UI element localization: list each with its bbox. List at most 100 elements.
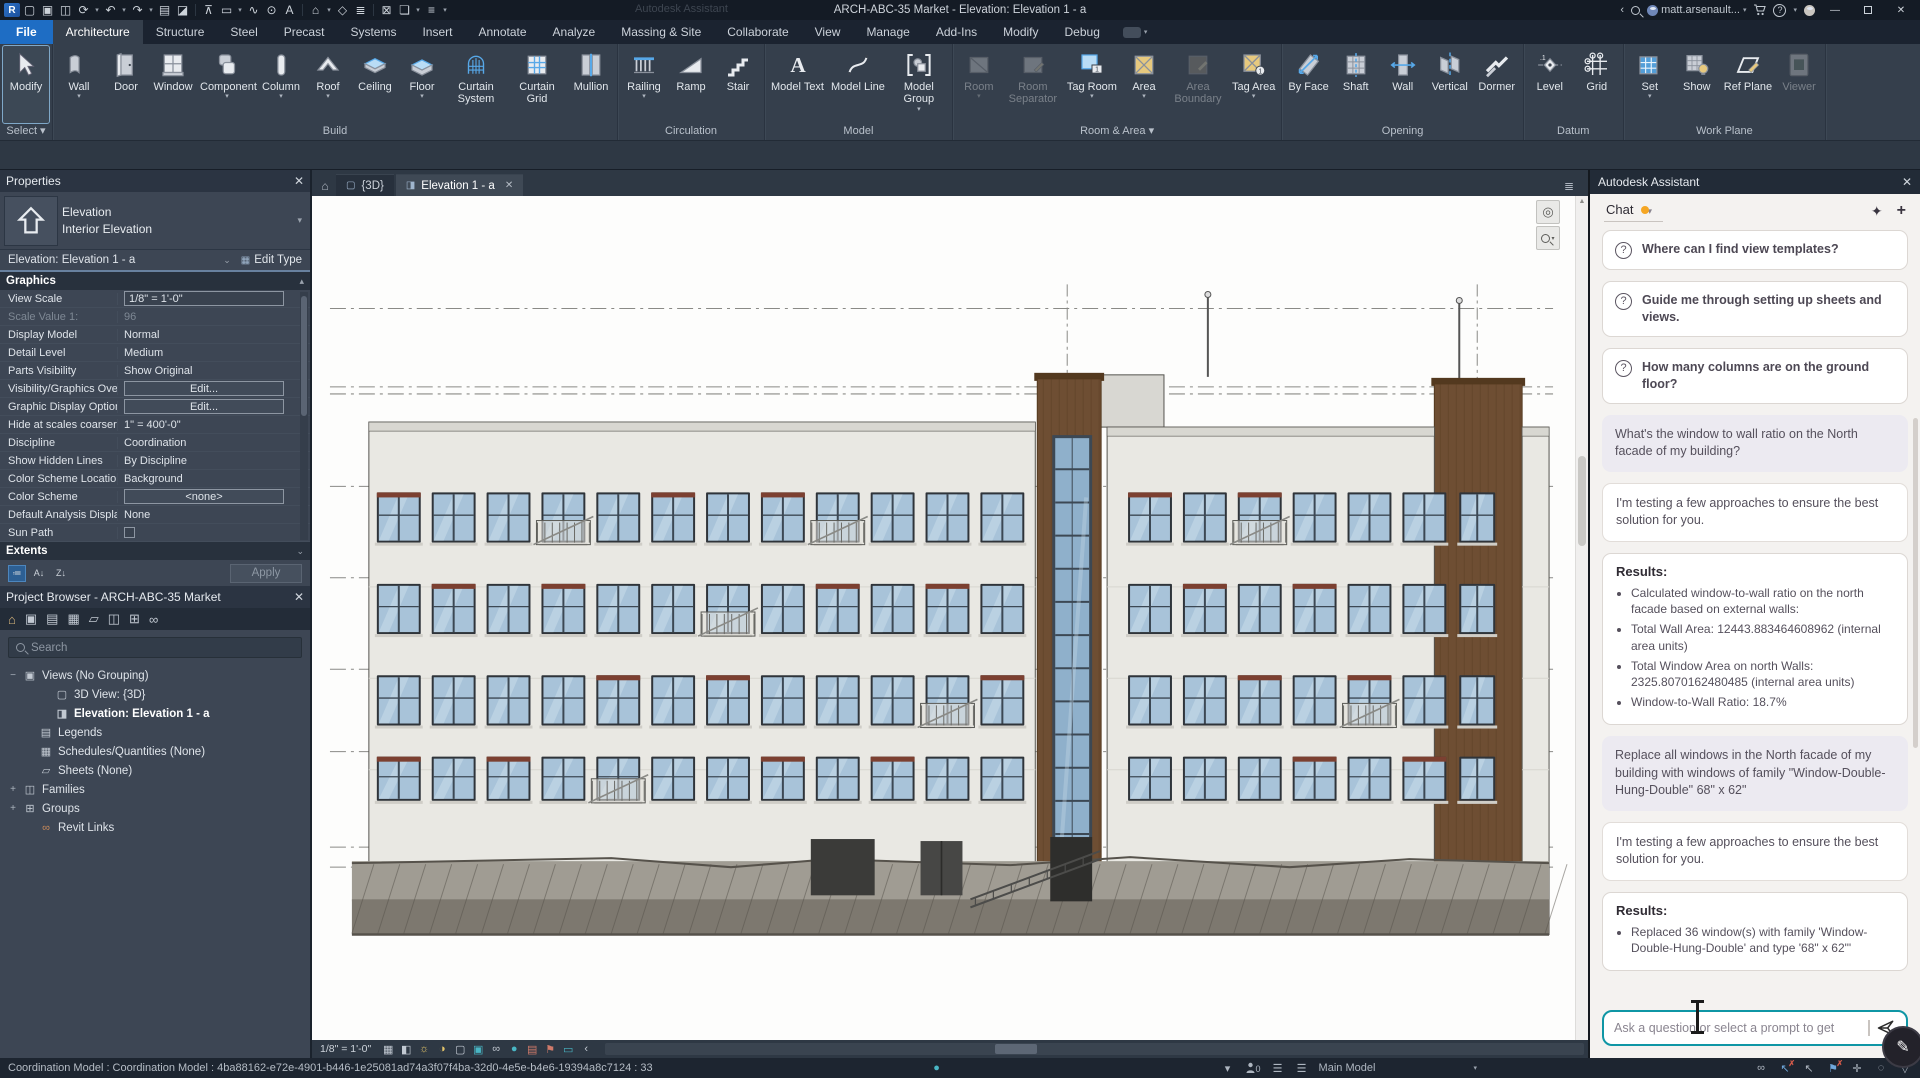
section-icon[interactable]: ◇ [334, 2, 351, 18]
instance-selector[interactable]: Elevation: Elevation 1 - a ⌄ ▦ Edit Type [0, 250, 310, 272]
property-row[interactable]: View Scale1/8" = 1'-0" [0, 290, 310, 308]
home-icon[interactable]: ⌂ [8, 612, 16, 627]
tree-item-groups[interactable]: +⊞Groups [0, 799, 310, 818]
tool-wall[interactable]: Wall▾ [56, 46, 102, 123]
property-value-button[interactable]: Edit... [124, 381, 284, 396]
new-project-icon[interactable]: ▢ [21, 2, 38, 18]
ribbon-group-label[interactable]: Circulation [618, 123, 764, 140]
property-row[interactable]: Color Scheme<none> [0, 488, 310, 506]
home-view-icon[interactable]: ⌂ [314, 176, 336, 196]
edit-type-button[interactable]: ▦ Edit Type [241, 254, 302, 266]
save-icon[interactable]: ◫ [57, 2, 74, 18]
undo-icon[interactable]: ↶ [102, 2, 119, 18]
transfer-icon[interactable]: ◪ [174, 2, 191, 18]
property-row[interactable]: Graphic Display OptionsEdit... [0, 398, 310, 416]
sort-ascending-icon[interactable]: A↓ [30, 565, 48, 582]
active-design-option[interactable]: Main Model ▾ [1319, 1062, 1478, 1074]
tree-expander-icon[interactable]: − [8, 670, 18, 681]
ribbon-group-label[interactable]: Room & Area ▾ [953, 123, 1282, 140]
extents-expand-icon[interactable]: ⌄ [296, 546, 304, 557]
sync-status-icon[interactable]: ● [930, 1062, 944, 1074]
open-icon[interactable]: ▣ [39, 2, 56, 18]
scroll-up-icon[interactable]: ▲ [1576, 196, 1588, 208]
sort-descending-icon[interactable]: Z↓ [52, 565, 70, 582]
extents-section-header[interactable]: Extents ⌄ [0, 542, 310, 560]
families-icon[interactable]: ◫ [108, 611, 120, 627]
default-3d-view-icon[interactable]: ⌂ [307, 2, 324, 18]
tool-show[interactable]: Show [1674, 46, 1720, 123]
view-tab-list-icon[interactable]: ≣ [1564, 176, 1574, 196]
property-row[interactable]: Color Scheme LocationBackground [0, 470, 310, 488]
tool-dormer[interactable]: Dormer [1474, 46, 1520, 123]
select-by-face-toggle[interactable]: ⚑✗ [1826, 1062, 1840, 1075]
tool-tag-room[interactable]: 1Tag Room▾ [1064, 46, 1120, 123]
sparkle-icon[interactable]: ✦ [1871, 203, 1883, 220]
prompt-card[interactable]: ?How many columns are on the ground floo… [1602, 348, 1908, 404]
ribbon-tab-annotate[interactable]: Annotate [465, 20, 539, 44]
ribbon-tab-manage[interactable]: Manage [853, 20, 922, 44]
measure-icon[interactable]: ▭ [218, 2, 235, 18]
tool-column[interactable]: Column▾ [258, 46, 304, 123]
tab-file[interactable]: File [0, 20, 53, 44]
measure-icon-caret[interactable]: ▾ [236, 2, 244, 18]
prompt-card[interactable]: ?Guide me through setting up sheets and … [1602, 281, 1908, 337]
ribbon-tab-modify[interactable]: Modify [990, 20, 1051, 44]
tool-stair[interactable]: Stair [715, 46, 761, 123]
account-avatar[interactable] [1804, 5, 1815, 16]
tool-curtain-system[interactable]: Curtain System [446, 46, 506, 123]
view-tab-close-icon[interactable]: ✕ [505, 180, 513, 191]
temporary-hide-icon[interactable]: ● [505, 1043, 523, 1055]
tree-item-schedules-quantities-none-[interactable]: ▦Schedules/Quantities (None) [0, 742, 310, 761]
type-selector[interactable]: Elevation Interior Elevation ▾ [0, 192, 310, 250]
ribbon-tab-analyze[interactable]: Analyze [540, 20, 609, 44]
tool-ref-plane[interactable]: Ref Plane [1721, 46, 1775, 123]
close-button[interactable]: ✕ [1888, 2, 1914, 18]
prompt-card[interactable]: ?Where can I find view templates? [1602, 230, 1908, 270]
sun-path-checkbox[interactable] [124, 527, 135, 538]
property-row[interactable]: Scale Value 1:96 [0, 308, 310, 326]
property-row[interactable]: Visibility/Graphics Ove...Edit... [0, 380, 310, 398]
ribbon-group-label[interactable]: Model [765, 123, 952, 140]
tree-item-legends[interactable]: ▤Legends [0, 723, 310, 742]
tool-grid[interactable]: Grid [1574, 46, 1620, 123]
reveal-constraints-icon[interactable]: ▤ [523, 1043, 541, 1056]
search-help-icon[interactable] [1631, 6, 1640, 15]
tree-item-3d-view-3d-[interactable]: ▢3D View: {3D} [0, 685, 310, 704]
tree-expander-icon[interactable]: + [8, 784, 18, 795]
ribbon-tab-view[interactable]: View [802, 20, 854, 44]
elevation-drawing[interactable] [312, 196, 1575, 1040]
view-frame-icon[interactable]: ▭ [559, 1043, 577, 1056]
ribbon-tab-architecture[interactable]: Architecture [53, 20, 143, 44]
property-row[interactable]: Default Analysis Displa...None [0, 506, 310, 524]
groups-icon[interactable]: ⊞ [129, 611, 140, 627]
properties-scrollbar[interactable] [300, 292, 308, 540]
text-icon[interactable]: A [281, 2, 298, 18]
vertical-scrollbar[interactable]: ▲ [1575, 196, 1588, 1040]
legends-icon[interactable]: ▤ [46, 611, 58, 627]
tool-door[interactable]: Door [103, 46, 149, 123]
worksets-caret-icon[interactable]: ▾ [1221, 1062, 1235, 1075]
property-row[interactable]: Sun Path [0, 524, 310, 542]
sun-path-icon[interactable]: ☼ [415, 1043, 433, 1055]
property-value-button[interactable]: <none> [124, 489, 284, 504]
tool-wall[interactable]: Wall [1380, 46, 1426, 123]
tool-tag-area[interactable]: 1Tag Area▾ [1229, 46, 1278, 123]
tool-level[interactable]: .1Level [1527, 46, 1573, 123]
show-crop-icon[interactable]: ▢ [451, 1043, 469, 1056]
select-underlay-toggle[interactable]: ↖✗ [1778, 1062, 1792, 1075]
graphics-collapse-icon[interactable]: ▴ [299, 276, 304, 287]
ribbon-tab-massing-site[interactable]: Massing & Site [608, 20, 714, 44]
tree-item-views-no-grouping-[interactable]: −▣Views (No Grouping) [0, 666, 310, 685]
ribbon-tab-steel[interactable]: Steel [217, 20, 270, 44]
crop-region-icon[interactable]: ▣ [469, 1043, 487, 1056]
visual-style-icon[interactable]: ◧ [397, 1043, 415, 1056]
tree-expander-icon[interactable]: + [8, 803, 18, 814]
ribbon-display-toggle[interactable]: ▾ [1123, 20, 1148, 44]
detail-level-icon[interactable]: ▦ [379, 1043, 397, 1056]
chat-tab[interactable]: Chat [1604, 200, 1663, 222]
ribbon-group-label[interactable]: Work Plane [1624, 123, 1825, 140]
tree-item-elevation-elevation-1-a[interactable]: ◨Elevation: Elevation 1 - a [0, 704, 310, 723]
tool-shaft[interactable]: Shaft [1333, 46, 1379, 123]
properties-close-icon[interactable]: ✕ [294, 174, 304, 188]
tool-model-line[interactable]: Model Line [828, 46, 888, 123]
